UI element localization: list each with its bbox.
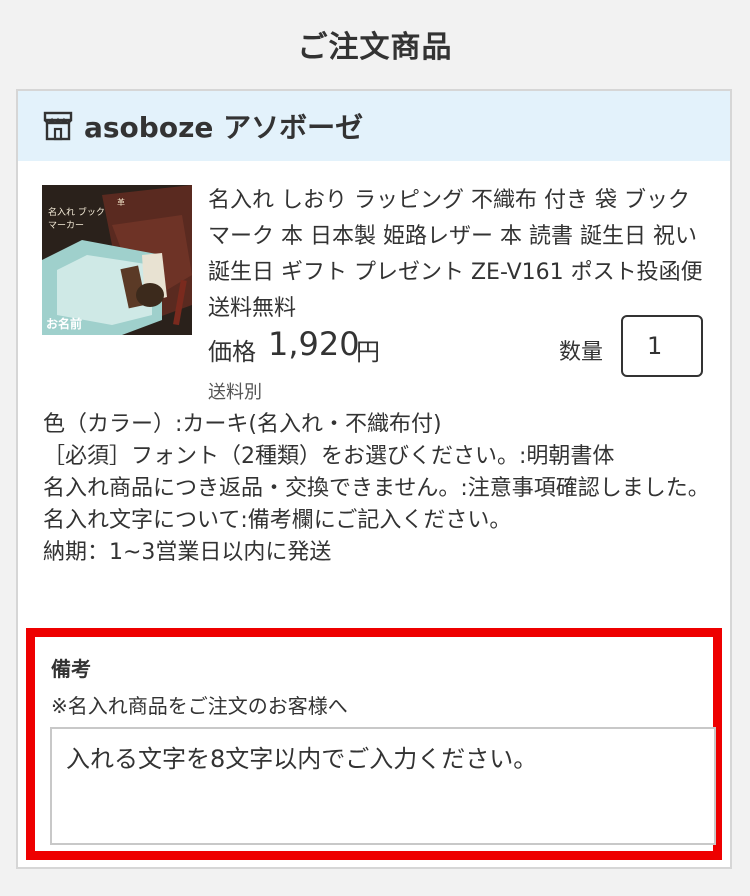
price-value: 1,920 (268, 325, 360, 363)
shop-name[interactable]: asoboze アソボーゼ (84, 106, 363, 146)
price-unit: 円 (356, 338, 380, 366)
product-image[interactable]: 革 名入れ ブックマーカー お名前 (42, 185, 192, 335)
option-name-text: 名入れ文字について:備考欄にご記入ください。 (43, 508, 512, 533)
option-color: 色（カラー）:カーキ(名入れ・不織布付) (43, 412, 442, 437)
product-name-link[interactable]: 名入れ しおり ラッピング 不織布 付き 袋 ブックマーク 本 日本製 姫路レザ… (208, 183, 708, 327)
shop-header[interactable]: asoboze アソボーゼ (18, 91, 730, 161)
quantity-input[interactable] (621, 315, 703, 377)
price-label: 価格 (208, 338, 256, 366)
shipping-label: 送料別 (208, 382, 262, 403)
option-font: ［必須］フォント（2種類）をお選びください。:明朝書体 (43, 444, 615, 469)
product-image-label: 名入れ ブックマーカー (48, 208, 105, 231)
page-title: ご注文商品 (297, 30, 453, 65)
svg-text:革: 革 (117, 197, 125, 207)
notes-title: 備考 (51, 657, 91, 681)
product-image-caption: お名前 (46, 317, 83, 331)
option-no-return: 名入れ商品につき返品・交換できません。:注意事項確認しました。 (43, 476, 710, 501)
quantity-label: 数量 (559, 340, 604, 365)
store-icon (42, 110, 74, 142)
notes-textarea[interactable] (50, 727, 716, 845)
notes-section: 備考 ※名入れ商品をご注文のお客様へ (26, 628, 722, 860)
order-item-card: asoboze アソボーゼ 革 名入れ ブックマーカー お名前 名入れ しおり … (16, 89, 732, 869)
selected-options: 色（カラー）:カーキ(名入れ・不織布付) ［必須］フォント（2種類）をお選びくだ… (43, 409, 723, 569)
notes-subtitle: ※名入れ商品をご注文のお客様へ (51, 694, 348, 718)
option-delivery: 納期：1~3営業日以内に発送 (43, 540, 332, 565)
